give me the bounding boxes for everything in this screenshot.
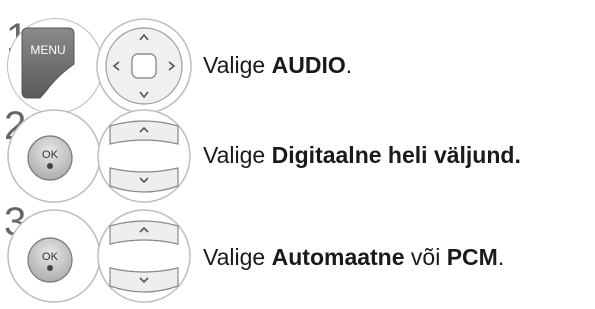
instruction-text: . bbox=[345, 52, 353, 78]
instruction-emphasis: Automaatne bbox=[271, 244, 405, 270]
menu-key-label: MENU bbox=[30, 43, 65, 57]
navigation-dpad-icon bbox=[96, 18, 192, 114]
ok-key-label: OK bbox=[42, 251, 59, 263]
instruction-text: . bbox=[497, 244, 505, 270]
instruction-text: või bbox=[404, 244, 447, 270]
instruction-emphasis: Digitaalne heli väljund. bbox=[271, 142, 521, 168]
step-3-instruction: Valige Automaatne või PCM. bbox=[203, 246, 504, 269]
step-1: 1 MENU Valige AUDIO. bbox=[0, 10, 595, 114]
instruction-emphasis: AUDIO bbox=[271, 52, 346, 78]
menu-key-icon bbox=[21, 27, 75, 99]
ok-key-label: OK bbox=[42, 149, 59, 161]
instruction-text: Valige bbox=[203, 244, 272, 270]
step-1-instruction: Valige AUDIO. bbox=[203, 54, 352, 77]
instruction-emphasis: PCM bbox=[446, 244, 498, 270]
instruction-text: Valige bbox=[203, 142, 272, 168]
step-2-instruction: Valige Digitaalne heli väljund. bbox=[203, 144, 521, 167]
up-down-keys-icon bbox=[97, 109, 191, 203]
instruction-text: Valige bbox=[203, 52, 272, 78]
step-3: 3 OK Valige Automaatne või PCM. bbox=[0, 202, 595, 304]
up-down-keys-icon bbox=[97, 209, 191, 303]
step-2: 2 OK Valige Digitaalne heli väljund. bbox=[0, 106, 595, 206]
